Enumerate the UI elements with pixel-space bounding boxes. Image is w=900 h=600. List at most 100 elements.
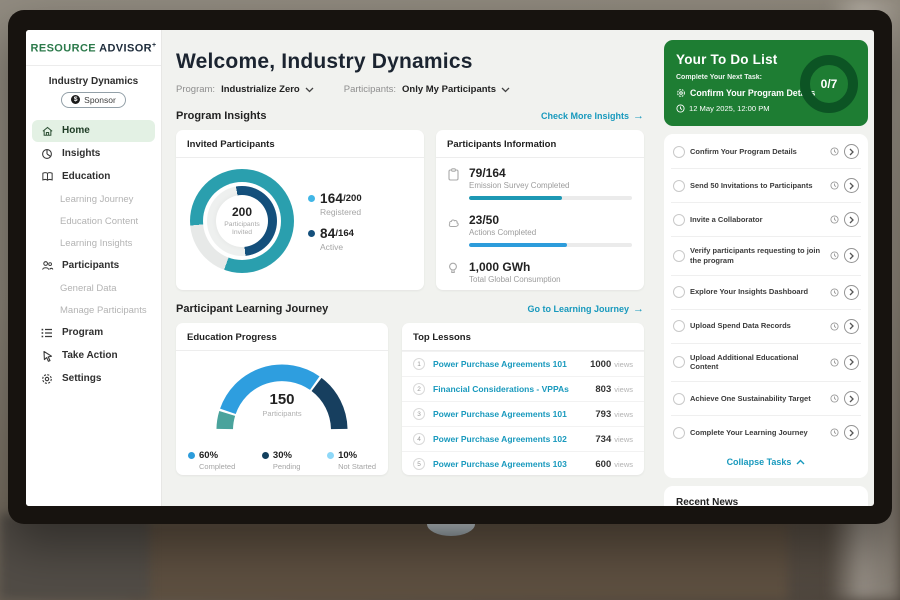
sidebar-item-program[interactable]: Program xyxy=(32,322,155,344)
sidebar-item-home[interactable]: Home xyxy=(32,120,155,142)
sidebar-item-label: Participants xyxy=(62,260,119,271)
sidebar-item-label: General Data xyxy=(60,283,117,294)
task-row-invite-collaborator[interactable]: Invite a Collaborator xyxy=(671,202,861,236)
donut-legend: 164 /200 Registered 84 /164 xyxy=(308,182,362,261)
task-label: Achieve One Sustainability Target xyxy=(690,394,825,404)
task-open-button[interactable] xyxy=(844,425,859,440)
sponsor-badge: $ Sponsor xyxy=(61,92,126,108)
task-open-button[interactable] xyxy=(844,212,859,227)
participants-icon xyxy=(40,260,54,272)
sponsor-badge-label: Sponsor xyxy=(84,95,116,105)
task-row-send-invitations[interactable]: Send 50 Invitations to Participants xyxy=(671,168,861,202)
arrow-right-icon: → xyxy=(633,110,644,122)
task-row-upload-spend-data[interactable]: Upload Spend Data Records xyxy=(671,309,861,343)
task-checkbox[interactable] xyxy=(673,180,685,192)
lesson-title-link[interactable]: Power Purchase Agreements 102 xyxy=(433,434,595,444)
rank-badge: 4 xyxy=(413,433,425,445)
program-select[interactable]: Industrialize Zero xyxy=(221,84,314,95)
chevron-right-icon xyxy=(849,182,854,190)
actions-completed-label: Actions Completed xyxy=(469,228,632,237)
lesson-title-link[interactable]: Power Purchase Agreements 103 xyxy=(433,459,595,469)
settings-gear-icon xyxy=(40,373,54,385)
task-label: Upload Additional Educational Content xyxy=(690,353,825,373)
task-open-button[interactable] xyxy=(844,285,859,300)
task-row-complete-learning-journey[interactable]: Complete Your Learning Journey xyxy=(671,415,861,449)
todo-progress-ring: 0/7 xyxy=(800,55,858,113)
sidebar-item-general-data[interactable]: General Data xyxy=(32,278,155,299)
task-open-button[interactable] xyxy=(844,178,859,193)
program-filter-label: Program: xyxy=(176,84,215,95)
rank-badge: 5 xyxy=(413,458,425,470)
desk-background: RESOURCE ADVISOR+ Industry Dynamics $ Sp… xyxy=(0,0,900,600)
bulb-icon xyxy=(448,260,461,284)
logo-primary: RESOURCE xyxy=(30,43,96,55)
emission-survey-value: 79/164 xyxy=(469,166,632,180)
task-open-button[interactable] xyxy=(844,248,859,263)
not-started-label: Not Started xyxy=(338,462,376,471)
rank-badge: 3 xyxy=(413,408,425,420)
clock-icon xyxy=(676,104,685,113)
task-checkbox[interactable] xyxy=(673,286,685,298)
task-row-verify-participants[interactable]: Verify participants requesting to join t… xyxy=(671,236,861,275)
sidebar-item-manage-participants[interactable]: Manage Participants xyxy=(32,300,155,321)
clock-icon xyxy=(830,428,839,437)
task-checkbox[interactable] xyxy=(673,356,685,368)
sidebar-item-participants[interactable]: Participants xyxy=(32,255,155,277)
completed-value: 60% xyxy=(199,450,218,461)
task-row-confirm-program[interactable]: Confirm Your Program Details xyxy=(671,135,861,168)
check-more-insights-link[interactable]: Check More Insights→ xyxy=(541,110,644,122)
invited-participants-body: 200 Participants Invited 164 /200 xyxy=(176,158,424,284)
lesson-title-link[interactable]: Power Purchase Agreements 101 xyxy=(433,359,590,369)
task-row-explore-insights[interactable]: Explore Your Insights Dashboard xyxy=(671,275,861,309)
lesson-row[interactable]: 5 Power Purchase Agreements 103 600 view… xyxy=(402,451,644,476)
task-open-button[interactable] xyxy=(844,144,859,159)
sidebar-item-label: Education xyxy=(62,171,110,182)
task-open-button[interactable] xyxy=(844,319,859,334)
sidebar-item-education[interactable]: Education xyxy=(32,166,155,188)
sidebar-item-take-action[interactable]: Take Action xyxy=(32,345,155,367)
donut-center: 200 Participants Invited xyxy=(216,195,268,247)
task-checkbox[interactable] xyxy=(673,427,685,439)
not-started-dot-icon xyxy=(327,452,334,459)
legend-not-started: 10% Not Started xyxy=(327,450,376,471)
sidebar-item-learning-journey[interactable]: Learning Journey xyxy=(32,189,155,210)
actions-icon xyxy=(448,213,461,247)
lesson-views-label: views xyxy=(614,435,633,444)
recent-news-title: Recent News xyxy=(676,497,856,506)
insights-cards-row: Invited Participants 200 Participants In… xyxy=(176,130,644,290)
lesson-title-link[interactable]: Power Purchase Agreements 101 xyxy=(433,409,595,419)
task-row-achieve-target[interactable]: Achieve One Sustainability Target xyxy=(671,381,861,415)
sidebar-item-insights[interactable]: Insights xyxy=(32,143,155,165)
task-checkbox[interactable] xyxy=(673,393,685,405)
lesson-title-link[interactable]: Financial Considerations - VPPAs xyxy=(433,384,595,394)
active-dot-icon xyxy=(308,230,315,237)
task-checkbox[interactable] xyxy=(673,214,685,226)
task-checkbox[interactable] xyxy=(673,250,685,262)
task-open-button[interactable] xyxy=(844,355,859,370)
task-open-button[interactable] xyxy=(844,391,859,406)
registered-label: Registered xyxy=(320,207,362,217)
lesson-row[interactable]: 2 Financial Considerations - VPPAs 803 v… xyxy=(402,376,644,401)
sidebar-item-settings[interactable]: Settings xyxy=(32,368,155,390)
sidebar-item-education-content[interactable]: Education Content xyxy=(32,211,155,232)
lesson-row[interactable]: 3 Power Purchase Agreements 101 793 view… xyxy=(402,401,644,426)
collapse-tasks-link[interactable]: Collapse Tasks xyxy=(671,449,861,477)
clock-icon xyxy=(830,288,839,297)
home-icon xyxy=(40,125,54,137)
registered-value: 164 xyxy=(320,191,343,206)
task-label: Invite a Collaborator xyxy=(690,215,825,225)
insights-icon xyxy=(40,148,54,160)
program-insights-header: Program Insights Check More Insights→ xyxy=(176,110,644,122)
task-row-upload-educational-content[interactable]: Upload Additional Educational Content xyxy=(671,343,861,382)
lesson-row[interactable]: 1 Power Purchase Agreements 101 1000 vie… xyxy=(402,351,644,376)
sidebar-item-label: Program xyxy=(62,327,103,338)
participants-select[interactable]: Only My Participants xyxy=(402,84,510,95)
task-checkbox[interactable] xyxy=(673,146,685,158)
collapse-tasks-label: Collapse Tasks xyxy=(727,457,792,467)
sidebar-item-learning-insights[interactable]: Learning Insights xyxy=(32,233,155,254)
registered-total: /200 xyxy=(343,193,362,204)
task-checkbox[interactable] xyxy=(673,320,685,332)
go-to-learning-journey-link[interactable]: Go to Learning Journey→ xyxy=(527,303,644,315)
lesson-row[interactable]: 4 Power Purchase Agreements 102 734 view… xyxy=(402,426,644,451)
chevron-right-icon xyxy=(849,358,854,366)
